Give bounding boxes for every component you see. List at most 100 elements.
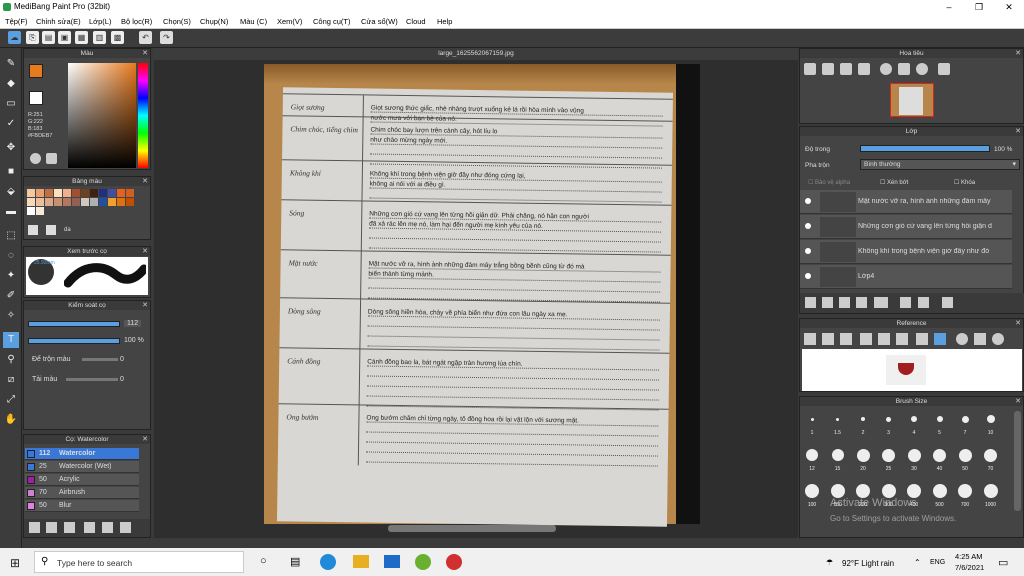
hand-tool-icon[interactable]: ✋ [3, 412, 19, 428]
brush-size-option[interactable] [830, 484, 845, 498]
medibang-taskbar-icon[interactable] [446, 554, 462, 570]
brush-size-option[interactable] [933, 448, 946, 462]
brush-size-option[interactable] [831, 449, 844, 461]
clock-date[interactable]: 7/6/2021 [955, 563, 984, 572]
brush-list-item[interactable]: 70 Airbrush [25, 487, 139, 499]
brush-size-option[interactable] [861, 417, 865, 421]
new-folder-icon[interactable] [856, 297, 867, 308]
horizontal-scrollbar[interactable] [388, 525, 556, 532]
brush-size-option[interactable] [984, 448, 997, 462]
text-tool-icon[interactable]: T [3, 332, 19, 348]
select-pen-icon[interactable]: ✐ [3, 288, 19, 304]
menu-tools[interactable]: Công cụ(T) [313, 17, 351, 26]
ref-close-icon[interactable] [840, 333, 852, 345]
panel-close-icon[interactable]: ✕ [142, 49, 148, 57]
edge-icon[interactable] [320, 554, 336, 570]
color-eyedropper-icon[interactable] [46, 153, 57, 164]
menu-color[interactable]: Màu (C) [240, 17, 267, 26]
brush-list-item[interactable]: 50 Blur [25, 500, 139, 512]
palette-swatch[interactable] [126, 198, 134, 206]
brush-size-scrollbar[interactable] [1014, 411, 1021, 511]
palette-swatch[interactable] [72, 198, 80, 206]
menu-filter[interactable]: Bộ lọc(R) [121, 17, 152, 26]
ref-cloud-icon[interactable] [804, 333, 816, 345]
zoom-in-icon[interactable] [804, 63, 816, 75]
palette-swatch[interactable] [45, 198, 53, 206]
undo-icon[interactable]: ↶ [139, 31, 152, 44]
palette-swatch[interactable] [72, 189, 80, 197]
palette-swatch[interactable] [108, 198, 116, 206]
palette-swatch[interactable] [81, 189, 89, 197]
brush-size-slider[interactable] [28, 321, 120, 327]
brush-size-option[interactable] [961, 415, 969, 423]
select-eraser-icon[interactable]: ✧ [3, 308, 19, 324]
menu-capture[interactable]: Chụp(N) [200, 17, 228, 26]
brush-size-option[interactable] [881, 484, 896, 498]
language-indicator[interactable]: ENG [930, 559, 945, 566]
palette-swatch[interactable] [27, 207, 35, 215]
new-layer-icon[interactable] [805, 297, 816, 308]
menu-view[interactable]: Xem(V) [277, 17, 302, 26]
clock-time[interactable]: 4:25 AM [955, 552, 983, 561]
brush-size-option[interactable] [810, 417, 814, 421]
lasso-tool-icon[interactable]: ◌ [3, 248, 19, 264]
layer-blend-select[interactable]: Bình thường ▾ [860, 159, 1020, 170]
palette-swatch[interactable] [117, 198, 125, 206]
minimize-icon[interactable]: – [934, 0, 964, 14]
blend-slider[interactable] [82, 358, 118, 361]
palette-swatch[interactable] [63, 198, 71, 206]
hue-slider[interactable] [138, 63, 148, 168]
palette-swatch[interactable] [27, 189, 35, 197]
new-halftone-layer-icon[interactable] [822, 297, 833, 308]
operation-tool-icon[interactable]: ⚲ [3, 352, 19, 368]
palette-swatch[interactable] [99, 189, 107, 197]
reset-rotation-icon[interactable] [898, 63, 910, 75]
brush-size-option[interactable] [886, 416, 891, 422]
palette-swatch[interactable] [99, 198, 107, 206]
ref-reset-icon[interactable] [974, 333, 986, 345]
brush-size-value[interactable]: 112 [124, 320, 142, 327]
eye-icon[interactable] [805, 248, 811, 254]
magic-wand-icon[interactable]: ✦ [3, 268, 19, 284]
palette-swatch[interactable] [90, 189, 98, 197]
palette-swatch[interactable] [45, 189, 53, 197]
palette-swatch[interactable] [90, 198, 98, 206]
brush-size-option[interactable] [882, 448, 895, 462]
redo-icon[interactable]: ↷ [160, 31, 173, 44]
menu-layer[interactable]: Lớp(L) [89, 17, 111, 26]
file-explorer-icon[interactable] [353, 555, 369, 568]
navigator-thumbnail[interactable] [890, 83, 934, 117]
maximize-icon[interactable]: ❐ [964, 0, 994, 14]
layer-item[interactable]: Lớp4 [800, 265, 1012, 289]
brush-size-option[interactable] [907, 448, 921, 462]
export-icon[interactable]: ▦ [75, 31, 88, 44]
grid-icon[interactable]: ▩ [111, 31, 124, 44]
brush-size-option[interactable] [936, 416, 943, 422]
save-icon[interactable]: ▣ [58, 31, 71, 44]
palette-swatch[interactable] [54, 189, 62, 197]
eye-icon[interactable] [805, 273, 811, 279]
eye-icon[interactable] [805, 198, 811, 204]
menu-cloud[interactable]: Cloud [406, 17, 426, 26]
marquee-tool-icon[interactable]: ⬚ [3, 228, 19, 244]
lock-checkbox[interactable]: ☐ Khóa [954, 179, 975, 186]
reload-slider[interactable] [66, 378, 118, 381]
taskbar-search[interactable]: ⚲ Type here to search [34, 551, 244, 573]
flip-icon[interactable] [938, 63, 950, 75]
brush-size-option[interactable] [856, 448, 870, 462]
ref-hand-icon[interactable] [934, 333, 946, 345]
check-tool-icon[interactable]: ✓ [3, 116, 19, 132]
palette-swatch[interactable] [36, 189, 44, 197]
open-icon[interactable]: ▤ [42, 31, 55, 44]
windows-start-icon[interactable]: ⊞ [10, 556, 20, 570]
layer-item[interactable]: Không khí trong bệnh viện giờ đây như đó [800, 240, 1012, 264]
layer-opacity-slider[interactable] [860, 145, 990, 152]
new-8bit-layer-icon[interactable] [839, 297, 850, 308]
palette-swatch[interactable] [117, 189, 125, 197]
eraser-tool-icon[interactable]: ◆ [3, 76, 19, 92]
brush-menu-icon[interactable] [64, 522, 75, 533]
tray-chevron-icon[interactable]: ⌃ [914, 558, 921, 567]
eyedropper-icon[interactable]: ⤢ [3, 392, 19, 408]
brush-size-option[interactable] [856, 484, 870, 498]
ref-fit-icon[interactable] [878, 333, 890, 345]
